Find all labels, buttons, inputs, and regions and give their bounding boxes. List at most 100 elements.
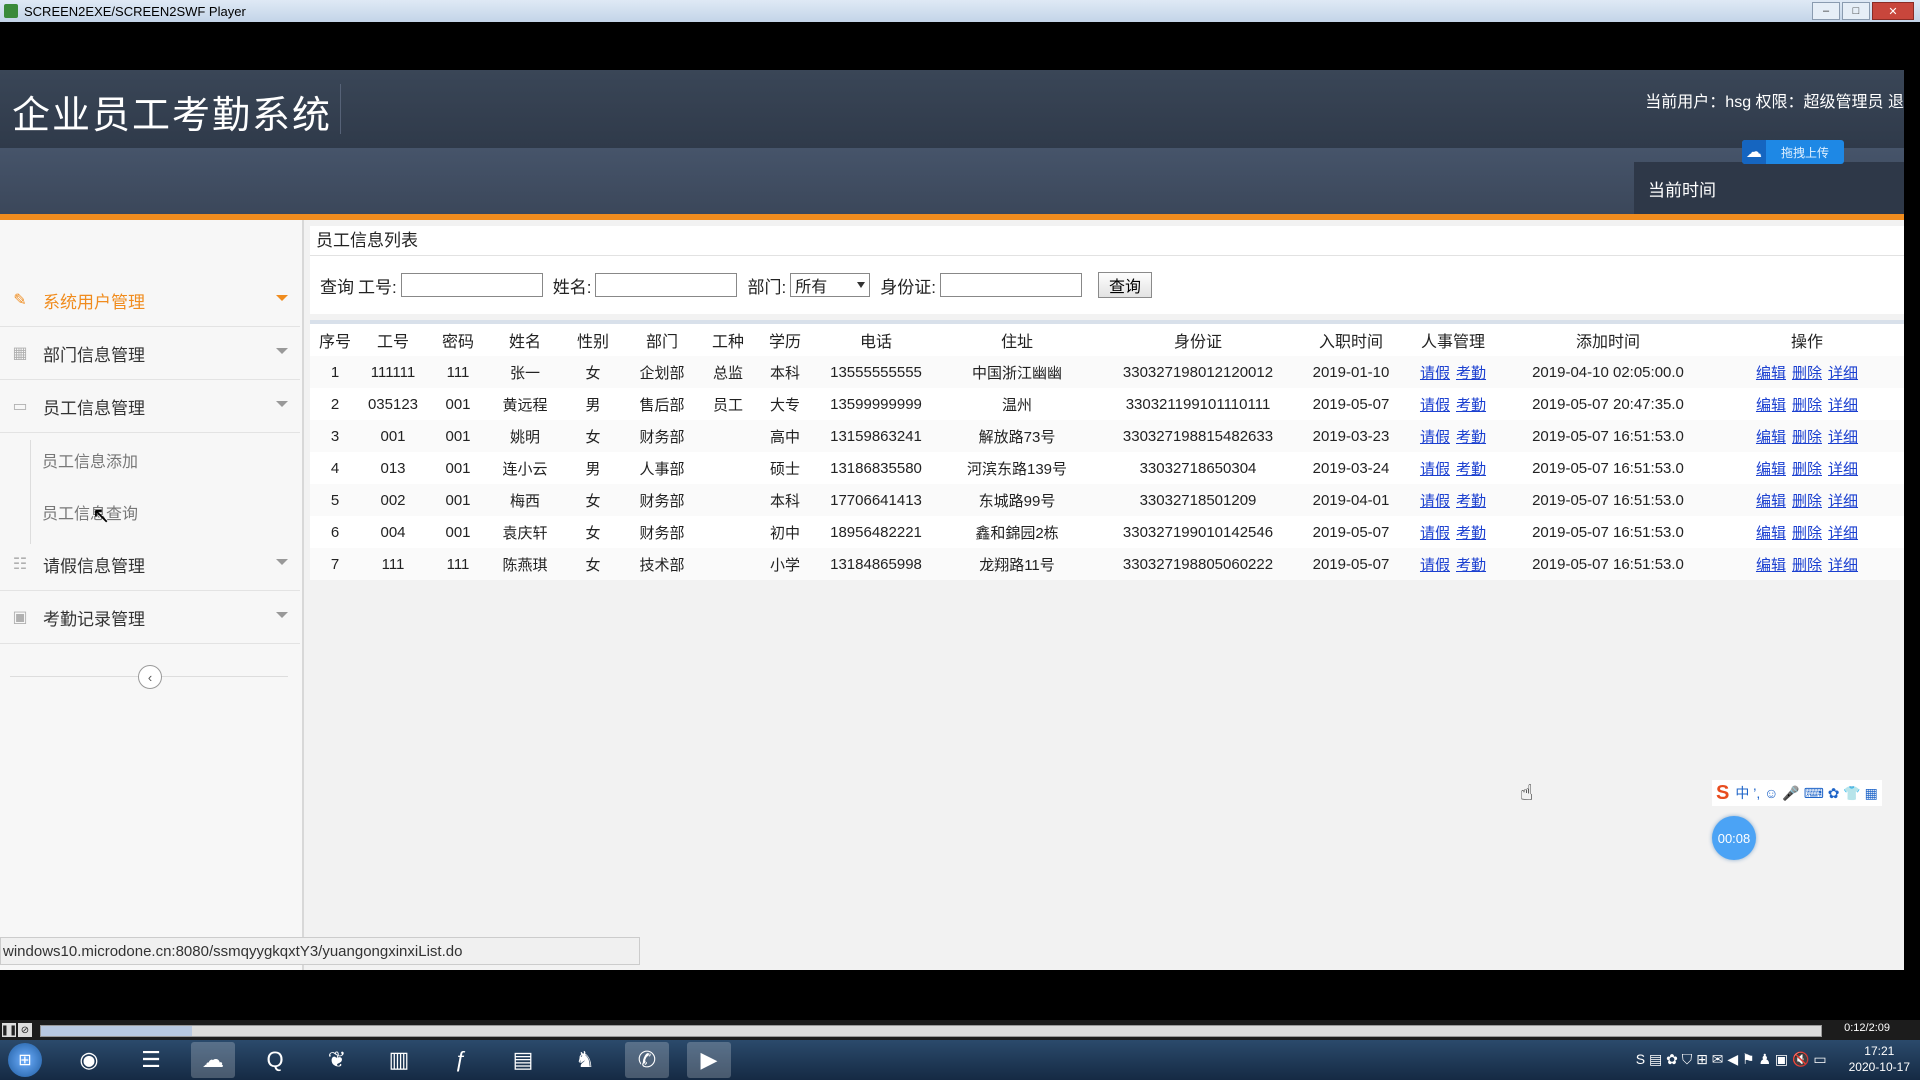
table-cell: 2019-05-07 16:51:53.0 <box>1506 548 1710 580</box>
app-icon <box>4 4 18 18</box>
qq-icon[interactable]: ♞ <box>563 1042 607 1078</box>
row-action-link[interactable]: 详细 <box>1828 557 1858 574</box>
table-cell: 编辑 删除 详细 <box>1710 388 1904 420</box>
chart-icon[interactable]: ▥ <box>377 1042 421 1078</box>
row-action-link[interactable]: 考勤 <box>1456 461 1486 478</box>
row-action-link[interactable]: 请假 <box>1420 493 1450 510</box>
player-icon[interactable]: ▶ <box>687 1042 731 1078</box>
row-action-link[interactable]: 删除 <box>1792 525 1822 542</box>
idcard-input[interactable] <box>939 273 1082 297</box>
baidu-icon[interactable]: ☁ <box>191 1042 235 1078</box>
row-action-link[interactable]: 编辑 <box>1756 525 1786 542</box>
sub-item-add-employee[interactable]: 员工信息添加 <box>42 434 292 486</box>
table-cell: 6 <box>330 523 340 541</box>
row-action-link[interactable]: 请假 <box>1420 365 1450 382</box>
employee-id-input[interactable] <box>400 273 543 297</box>
query-button[interactable]: 查询 <box>1097 272 1152 298</box>
clock[interactable]: 17:21 2020-10-17 <box>1849 1043 1910 1075</box>
row-action-link[interactable]: 请假 <box>1420 557 1450 574</box>
minimize-button[interactable]: – <box>1812 2 1840 20</box>
table-cell: 2 <box>330 395 340 413</box>
wechat-icon[interactable]: ✆ <box>625 1042 669 1078</box>
flash-icon[interactable]: ƒ <box>439 1042 483 1078</box>
close-button[interactable]: ✕ <box>1872 2 1914 20</box>
row-action-link[interactable]: 删除 <box>1792 365 1822 382</box>
table-cell: 111 <box>360 548 426 580</box>
employee-table: 序号 工号 密码 姓名 性别 部门 工种 学历 电话 住址 身份证 入职时间 人事管理 添加时间 操作 11… <box>310 324 1904 580</box>
row-action-link[interactable]: 详细 <box>1828 429 1858 446</box>
row-action-link[interactable]: 编辑 <box>1756 493 1786 510</box>
row-action-link[interactable]: 详细 <box>1828 493 1858 510</box>
table-cell: 张一 <box>490 356 560 388</box>
row-action-link[interactable]: 请假 <box>1420 461 1450 478</box>
sidebar-item-departments[interactable]: ▦ 部门信息管理 <box>0 327 300 380</box>
menu-icon[interactable]: ☰ <box>129 1042 173 1078</box>
stop-button[interactable]: ⊘ <box>18 1023 32 1037</box>
table-cell: 330327199010142546 <box>1122 523 1274 541</box>
folder-icon[interactable]: ▤ <box>501 1042 545 1078</box>
browser-icon[interactable]: Q <box>253 1042 297 1078</box>
chevron-down-icon <box>276 559 288 565</box>
department-select[interactable]: 所有 <box>790 273 871 297</box>
row-action-link[interactable]: 删除 <box>1792 461 1822 478</box>
table-cell: 330327198805060222 <box>1094 548 1302 580</box>
header: 企业员工考勤系统 当前用户：hsg 权限：超级管理员 退 <box>0 70 1904 148</box>
ime-tools-icon[interactable]: 中 ’, ☺ 🎤 ⌨ ✿ 👕 ▦ <box>1735 783 1878 803</box>
seek-bar[interactable] <box>40 1025 1822 1037</box>
tray-icons[interactable]: S ▤ ✿ ⛉ ⊞ ✉ ◀ ⚑ ♟ ▣ 🔇 ▭ <box>1636 1051 1827 1068</box>
dropdown-arrow-icon <box>857 282 866 288</box>
table-cell: 售后部 <box>639 396 685 414</box>
table-row: 6 004 001 袁庆轩 女 财务部 初中 18956482221 鑫和錦园2栋 3303271… <box>310 516 1904 548</box>
sidebar-item-attendance[interactable]: ▣ 考勤记录管理 <box>0 591 300 644</box>
row-action-link[interactable]: 删除 <box>1792 397 1822 414</box>
row-action-link[interactable]: 详细 <box>1828 365 1858 382</box>
row-action-link[interactable]: 考勤 <box>1456 397 1486 414</box>
row-action-link[interactable]: 考勤 <box>1456 493 1486 510</box>
name-input[interactable] <box>595 273 738 297</box>
row-action-link[interactable]: 编辑 <box>1756 429 1786 446</box>
table-cell <box>698 548 758 580</box>
row-action-link[interactable]: 考勤 <box>1456 557 1486 574</box>
calendar-icon: ▣ <box>12 609 28 626</box>
table-cell: 111111 <box>360 356 426 388</box>
idcard-label: 身份证: <box>880 277 936 297</box>
table-cell: 请假 考勤 <box>1400 452 1506 484</box>
row-action-link[interactable]: 编辑 <box>1756 397 1786 414</box>
recording-timer[interactable]: 00:08 <box>1712 816 1756 860</box>
row-action-link[interactable]: 请假 <box>1420 429 1450 446</box>
leaf-icon[interactable]: ❦ <box>315 1042 359 1078</box>
maximize-button[interactable]: □ <box>1842 2 1870 20</box>
row-action-link[interactable]: 考勤 <box>1456 525 1486 542</box>
drag-upload-button[interactable]: ☁ 拖拽上传 <box>1742 140 1844 164</box>
row-action-link[interactable]: 考勤 <box>1456 365 1486 382</box>
table-row: 1 111111 111 张一女企划部 总监 本科 13555555555 中国浙江幽幽 330… <box>310 356 1904 388</box>
start-button[interactable]: ⊞ <box>8 1043 42 1077</box>
ime-toolbar[interactable]: S 中 ’, ☺ 🎤 ⌨ ✿ 👕 ▦ <box>1712 780 1882 806</box>
row-action-link[interactable]: 请假 <box>1420 525 1450 542</box>
system-tray[interactable]: S ▤ ✿ ⛉ ⊞ ✉ ◀ ⚑ ♟ ▣ 🔇 ▭ 17:21 2020-10-17 <box>1636 1043 1910 1075</box>
row-action-link[interactable]: 删除 <box>1792 493 1822 510</box>
row-action-link[interactable]: 详细 <box>1828 461 1858 478</box>
row-action-link[interactable]: 考勤 <box>1456 429 1486 446</box>
row-action-link[interactable]: 详细 <box>1828 397 1858 414</box>
chrome-icon[interactable]: ◉ <box>67 1042 111 1078</box>
sidebar-collapse-button[interactable]: ‹ <box>138 665 162 689</box>
row-action-link[interactable]: 详细 <box>1828 525 1858 542</box>
table-cell: 本科 <box>758 484 812 516</box>
sub-item-query-employee[interactable]: 员工信息查询 <box>42 486 292 538</box>
row-action-link[interactable]: 编辑 <box>1756 557 1786 574</box>
row-action-link[interactable]: 编辑 <box>1756 365 1786 382</box>
sogou-ime-icon[interactable]: S <box>1716 782 1729 805</box>
row-action-link[interactable]: 删除 <box>1792 557 1822 574</box>
table-cell: 初中 <box>769 524 800 542</box>
row-action-link[interactable]: 编辑 <box>1756 461 1786 478</box>
table-cell: 硕士 <box>769 460 800 478</box>
table-cell: 中国浙江幽幽 <box>940 356 1094 388</box>
row-action-link[interactable]: 删除 <box>1792 429 1822 446</box>
sidebar-item-system-users[interactable]: ✎ 系统用户管理 <box>0 274 300 327</box>
table-cell: 连小云 <box>502 460 548 478</box>
row-action-link[interactable]: 请假 <box>1420 397 1450 414</box>
sidebar-item-employees[interactable]: ▭ 员工信息管理 <box>0 380 300 433</box>
pause-button[interactable]: ❚❚ <box>1 1023 17 1037</box>
sidebar-item-leave[interactable]: ☷ 请假信息管理 <box>0 538 300 591</box>
